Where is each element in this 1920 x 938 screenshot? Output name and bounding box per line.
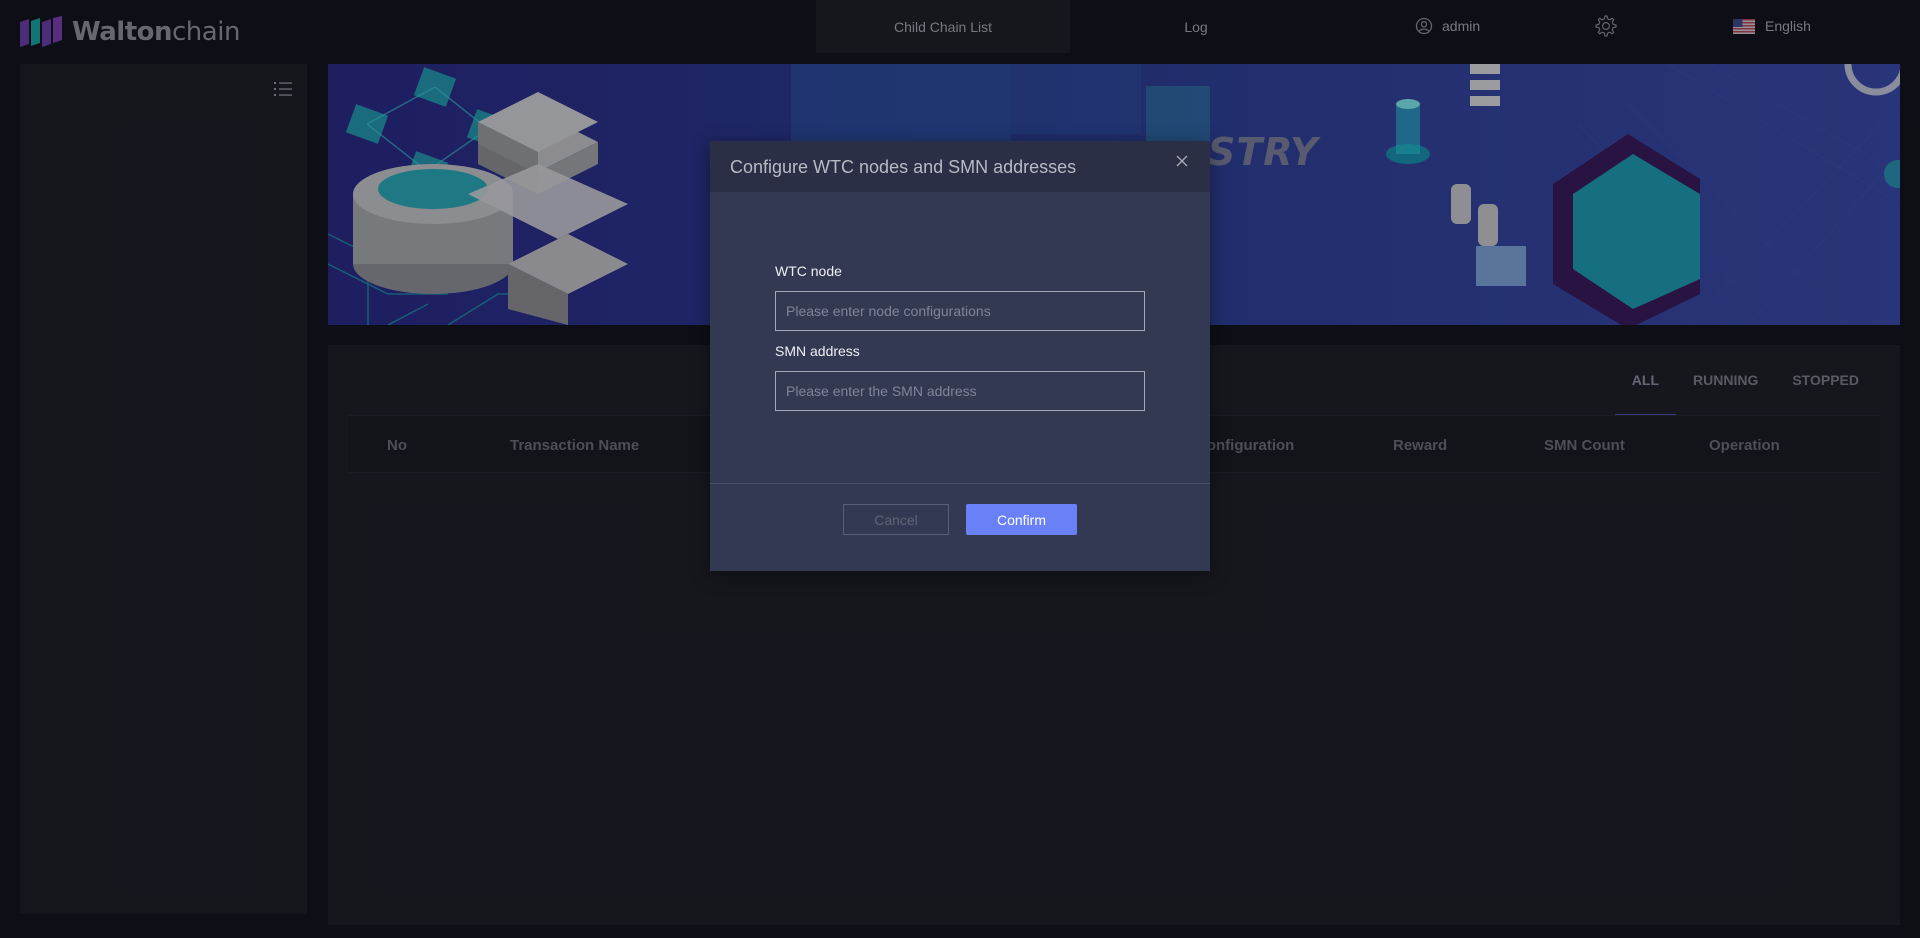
confirm-button[interactable]: Confirm bbox=[966, 504, 1077, 535]
dialog-footer: Cancel Confirm bbox=[710, 484, 1210, 571]
close-icon[interactable] bbox=[1174, 153, 1190, 169]
configure-nodes-dialog: Configure WTC nodes and SMN addresses WT… bbox=[710, 141, 1210, 571]
dialog-title: Configure WTC nodes and SMN addresses bbox=[730, 157, 1077, 177]
smn-address-label: SMN address bbox=[775, 343, 860, 359]
wtc-node-input[interactable] bbox=[775, 291, 1145, 331]
cancel-button[interactable]: Cancel bbox=[843, 504, 949, 535]
dialog-body: WTC node SMN address bbox=[710, 192, 1210, 483]
dialog-header: Configure WTC nodes and SMN addresses bbox=[710, 141, 1210, 192]
smn-address-input[interactable] bbox=[775, 371, 1145, 411]
wtc-node-label: WTC node bbox=[775, 263, 842, 279]
